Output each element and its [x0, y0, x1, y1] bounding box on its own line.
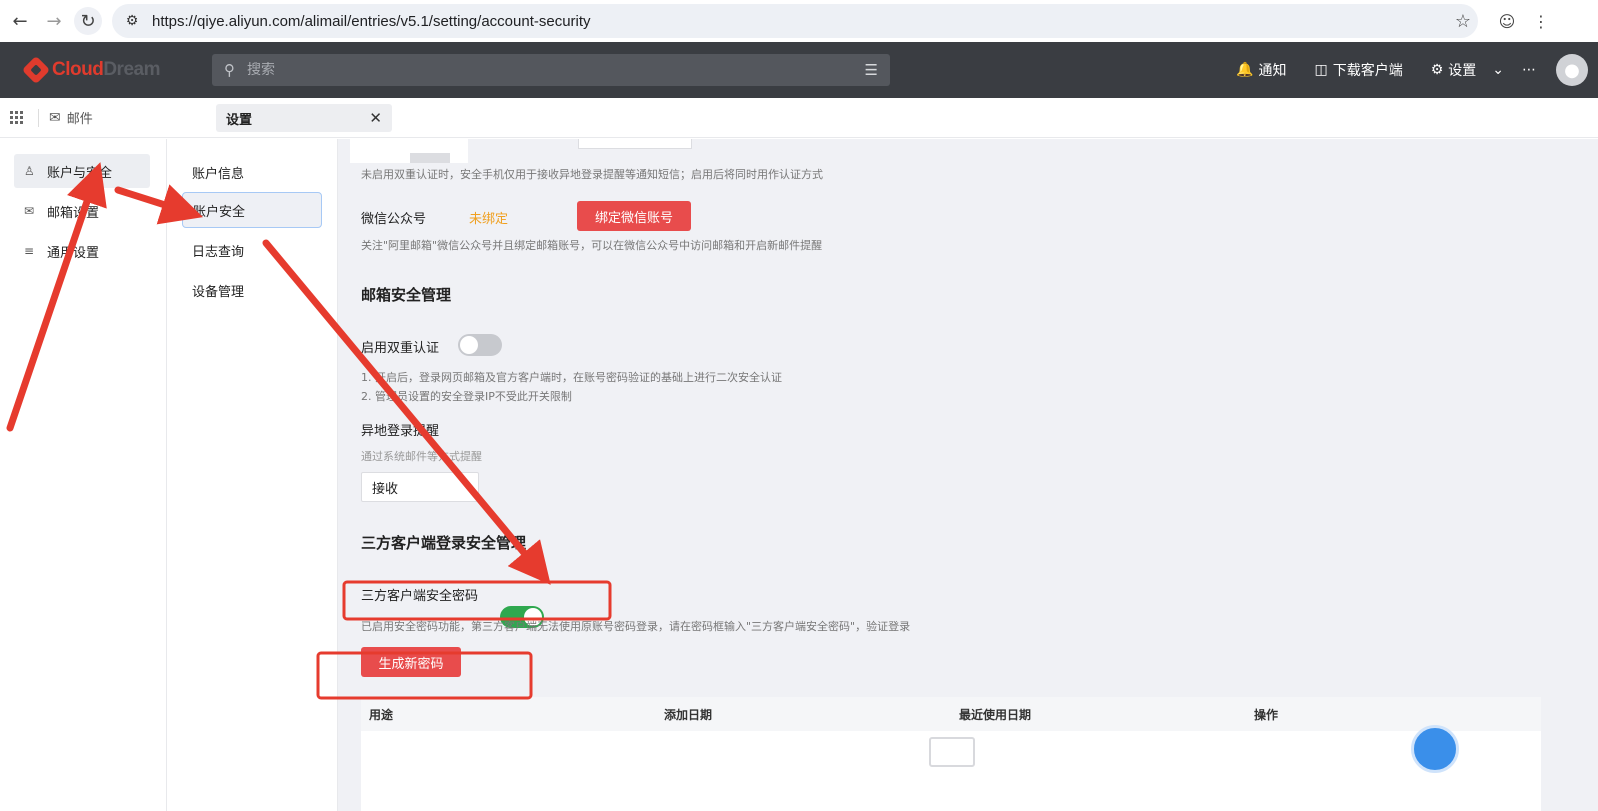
- left-nav: ♙ 账户与安全 ✉ 邮箱设置 ≡ 通用设置: [0, 139, 167, 811]
- logo-mark-icon: [21, 55, 51, 85]
- remote-login-select-value: 接收: [372, 481, 399, 497]
- notify-button[interactable]: 🔔 通知: [1236, 60, 1286, 80]
- close-icon[interactable]: ✕: [369, 109, 382, 127]
- sidebar-item-label: 账户与安全: [47, 165, 113, 181]
- chevron-down-icon[interactable]: ⌄: [1492, 62, 1504, 78]
- avatar[interactable]: ●: [1556, 54, 1588, 86]
- third-party-hint: 已启用安全密码功能，第三方客户端无法使用原账号密码登录，请在密码框输入"三方客户…: [361, 620, 911, 633]
- search-input[interactable]: [247, 62, 865, 78]
- kebab-menu-icon[interactable]: ⋮: [1524, 12, 1558, 31]
- download-label: 下载客户端: [1332, 63, 1403, 79]
- column-header-actions: 操作: [1254, 707, 1279, 722]
- notify-label: 通知: [1258, 63, 1287, 79]
- filter-icon[interactable]: ☰: [865, 61, 878, 79]
- search-bar[interactable]: ⚲ ☰: [212, 54, 890, 86]
- two-factor-hint-1: 1. 开启后，登录网页邮箱及官方客户端时，在账号密码验证的基础上进行二次安全认证: [361, 371, 782, 384]
- wechat-status: 未绑定: [469, 212, 509, 227]
- toggle-knob: [460, 336, 478, 354]
- user-icon: ♙: [24, 164, 35, 178]
- wechat-label: 微信公众号: [361, 212, 427, 227]
- sliders-icon: ≡: [24, 244, 35, 258]
- sidebar-item-label: 邮箱设置: [47, 205, 100, 221]
- column-header-last-used: 最近使用日期: [959, 707, 1032, 722]
- remote-login-label: 异地登录提醒: [361, 424, 440, 439]
- address-bar[interactable]: ⚙ https://qiye.aliyun.com/alimail/entrie…: [112, 4, 1478, 38]
- phone-card-fragment: [350, 139, 468, 163]
- more-icon[interactable]: ⋯: [1522, 62, 1536, 78]
- subnav-item-label: 账户安全: [193, 204, 246, 220]
- envelope-icon: ✉: [49, 109, 61, 126]
- bell-icon: 🔔: [1236, 62, 1254, 78]
- assistant-float-button[interactable]: [1411, 725, 1459, 773]
- column-header-purpose: 用途: [369, 707, 394, 722]
- password-table: 用途 添加日期 最近使用日期 操作: [361, 697, 1541, 811]
- third-party-password-label: 三方客户端安全密码: [361, 589, 479, 604]
- mailbox-security-title: 邮箱安全管理: [361, 286, 452, 304]
- settings-button[interactable]: ⚙ 设置: [1431, 60, 1477, 80]
- two-factor-label: 启用双重认证: [361, 341, 440, 356]
- generate-password-button[interactable]: 生成新密码: [361, 647, 461, 677]
- sub-nav: 账户信息 账户安全 日志查询 设备管理: [167, 139, 338, 811]
- subnav-item-account-info[interactable]: 账户信息: [182, 154, 322, 190]
- mailbox-icon: ✉: [24, 204, 35, 218]
- profile-icon[interactable]: ☺: [1490, 12, 1524, 31]
- tab-settings-label: 设置: [226, 112, 253, 128]
- reload-icon[interactable]: ↻: [74, 7, 102, 35]
- url-text[interactable]: https://qiye.aliyun.com/alimail/entries/…: [152, 13, 1448, 30]
- two-factor-hint-2: 2. 管理员设置的安全登录IP不受此开关限制: [361, 390, 572, 403]
- remote-login-hint: 通过系统邮件等方式提醒: [361, 450, 482, 463]
- remote-login-select[interactable]: 接收: [361, 472, 479, 502]
- logo-text-accent: Dream: [103, 59, 160, 80]
- back-icon[interactable]: ←: [6, 7, 34, 35]
- app-header: CloudDream ⚲ ☰ 🔔 通知 ◫ 下载客户端 ⚙ 设置 ⌄ ⋯ ●: [0, 42, 1598, 98]
- two-factor-toggle[interactable]: [458, 334, 502, 356]
- main-content: 未启用双重认证时，安全手机仅用于接收异地登录提醒等通知短信；启用后将同时用作认证…: [338, 139, 1598, 811]
- bind-wechat-button[interactable]: 绑定微信账号: [577, 201, 691, 231]
- subnav-item-label: 设备管理: [192, 284, 245, 300]
- bookmark-star-icon[interactable]: ☆: [1448, 11, 1478, 32]
- phone-avatar-fragment: [410, 153, 450, 163]
- logo-text-main: Cloud: [52, 59, 104, 80]
- tab-settings[interactable]: 设置 ✕: [216, 104, 392, 132]
- sidebar-item-account-security[interactable]: ♙ 账户与安全: [14, 154, 150, 188]
- browser-bar: ← → ↻ ⚙ https://qiye.aliyun.com/alimail/…: [0, 0, 1598, 42]
- phone-hint: 未启用双重认证时，安全手机仅用于接收异地登录提醒等通知短信；启用后将同时用作认证…: [361, 168, 823, 181]
- empty-inbox-icon: [929, 737, 975, 767]
- logo: CloudDream: [21, 55, 212, 85]
- subnav-item-label: 账户信息: [192, 166, 245, 182]
- subnav-item-device-management[interactable]: 设备管理: [182, 272, 322, 308]
- column-header-added-date: 添加日期: [664, 707, 713, 722]
- subnav-item-account-security[interactable]: 账户安全: [182, 192, 322, 228]
- tab-mail[interactable]: ✉ 邮件: [49, 108, 93, 128]
- phone-input-fragment[interactable]: [578, 139, 692, 149]
- download-client-button[interactable]: ◫ 下载客户端: [1314, 60, 1402, 80]
- wechat-hint: 关注"阿里邮箱"微信公众号并且绑定邮箱账号，可以在微信公众号中访问邮箱和开启新邮…: [361, 239, 823, 252]
- sidebar-item-label: 通用设置: [47, 245, 100, 261]
- gear-icon: ⚙: [1430, 62, 1444, 78]
- table-header: 用途 添加日期 最近使用日期 操作: [361, 697, 1541, 731]
- third-party-title: 三方客户端登录安全管理: [361, 534, 527, 552]
- app-grid-icon[interactable]: [10, 110, 24, 125]
- tab-bar: ✉ 邮件 设置 ✕: [0, 98, 1598, 138]
- subnav-item-log-query[interactable]: 日志查询: [182, 232, 322, 268]
- site-settings-icon[interactable]: ⚙: [122, 13, 142, 29]
- settings-label: 设置: [1448, 63, 1477, 79]
- tab-mail-label: 邮件: [66, 112, 93, 127]
- devices-icon: ◫: [1314, 62, 1328, 78]
- sidebar-item-general-settings[interactable]: ≡ 通用设置: [14, 234, 150, 268]
- divider: [38, 108, 39, 127]
- sidebar-item-mailbox-settings[interactable]: ✉ 邮箱设置: [14, 194, 150, 228]
- subnav-item-label: 日志查询: [192, 244, 245, 260]
- search-icon: ⚲: [224, 61, 235, 79]
- forward-icon[interactable]: →: [40, 7, 68, 35]
